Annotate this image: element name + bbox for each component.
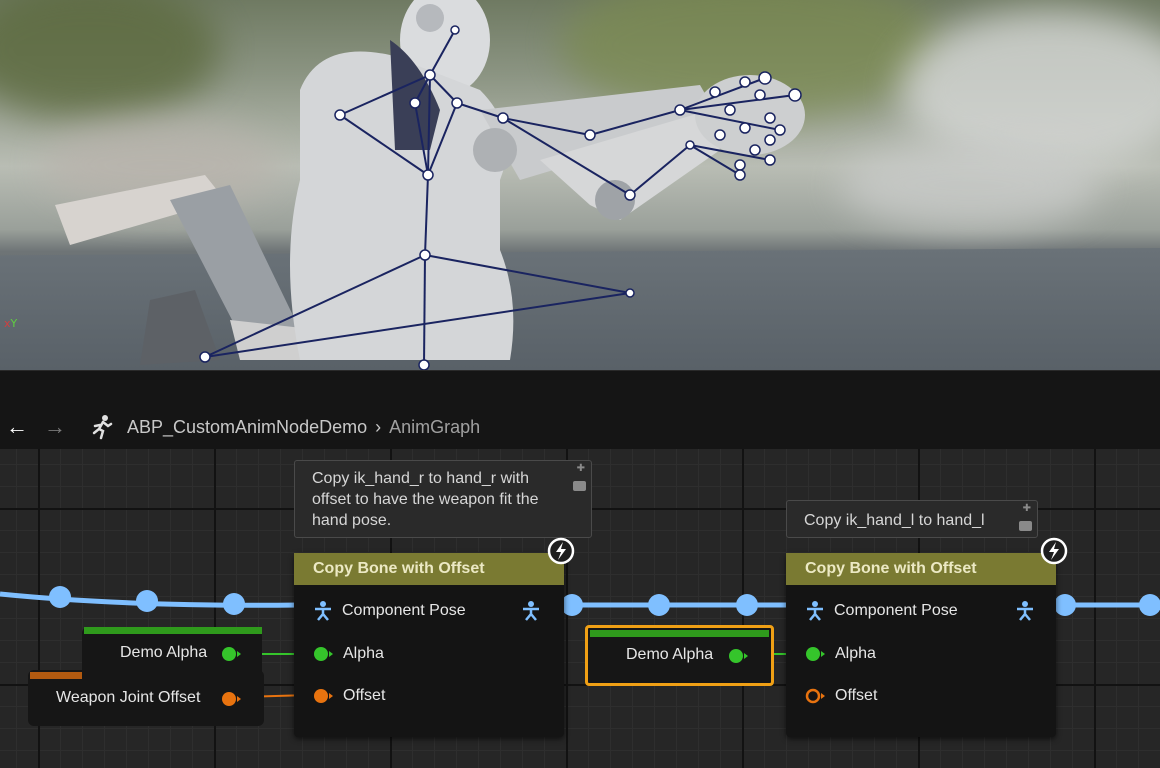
variable-label: Demo Alpha xyxy=(626,646,714,663)
comment-toggle-icon[interactable] xyxy=(1019,521,1032,531)
pin-label: Component Pose xyxy=(834,602,958,619)
anim-graph-canvas[interactable]: Copy ik_hand_r to hand_r with offset to … xyxy=(0,449,1160,768)
variable-type-bar xyxy=(590,630,769,637)
float-output-pin-icon[interactable] xyxy=(221,646,241,662)
alpha-input-pin[interactable]: Alpha xyxy=(786,639,876,669)
alpha-input-pin[interactable]: Alpha xyxy=(294,639,384,669)
pose-pin-icon xyxy=(807,601,823,621)
comment-text: Copy ik_hand_r to hand_r with offset to … xyxy=(312,470,539,529)
graph-breadcrumb-bar: ← → ABP_CustomAnimNodeDemo › AnimGraph xyxy=(0,405,1160,449)
float-output-pin-icon[interactable] xyxy=(728,648,748,664)
struct-pin-icon xyxy=(314,689,333,703)
pose-pin-icon xyxy=(315,601,331,621)
axis-indicator: xY xyxy=(4,317,17,330)
variable-label: Weapon Joint Offset xyxy=(56,689,201,706)
comment-toggle-icon[interactable] xyxy=(573,481,586,491)
viewport[interactable]: xY xyxy=(0,0,1160,370)
comment-bubble[interactable]: Copy ik_hand_l to hand_l ✚ xyxy=(786,500,1038,538)
panel-divider xyxy=(0,370,1160,406)
pose-output-pin-icon[interactable] xyxy=(522,601,540,621)
node-title: Copy Bone with Offset xyxy=(294,553,564,585)
struct-output-pin-icon[interactable] xyxy=(221,691,241,707)
breadcrumb-asset[interactable]: ABP_CustomAnimNodeDemo xyxy=(127,417,367,438)
struct-pin-unconnected-icon xyxy=(805,688,825,704)
pin-label: Offset xyxy=(343,687,386,704)
back-arrow-icon[interactable]: ← xyxy=(5,414,29,439)
comment-text: Copy ik_hand_l to hand_l xyxy=(804,512,985,529)
component-pose-input-pin[interactable]: Component Pose xyxy=(786,596,1056,626)
node-title: Copy Bone with Offset xyxy=(786,553,1056,585)
component-pose-input-pin[interactable]: Component Pose xyxy=(294,596,564,626)
copy-bone-with-offset-node[interactable]: Copy Bone with Offset Component Pose Alp… xyxy=(786,537,1068,737)
pin-icon[interactable]: ✚ xyxy=(577,464,585,474)
pin-label: Component Pose xyxy=(342,602,466,619)
pin-icon[interactable]: ✚ xyxy=(1023,504,1031,514)
copy-bone-with-offset-node[interactable]: Copy Bone with Offset Component Pose Alp… xyxy=(294,537,575,737)
breadcrumb-graph[interactable]: AnimGraph xyxy=(389,417,480,438)
variable-type-bar xyxy=(30,672,82,679)
viewport-scene xyxy=(55,0,805,370)
fast-path-lightning-icon xyxy=(547,537,575,565)
fast-path-lightning-icon xyxy=(1040,537,1068,565)
float-pin-icon xyxy=(314,647,333,661)
variable-label: Demo Alpha xyxy=(120,644,208,661)
weapon-mesh xyxy=(55,175,330,365)
pose-output-pin-icon[interactable] xyxy=(1016,601,1034,621)
breadcrumb-separator: › xyxy=(375,416,382,437)
pin-label: Offset xyxy=(835,687,878,704)
pin-label: Alpha xyxy=(835,645,876,662)
pin-label: Alpha xyxy=(343,645,384,662)
comment-bubble[interactable]: Copy ik_hand_r to hand_r with offset to … xyxy=(294,460,592,538)
running-person-icon xyxy=(92,415,113,440)
axis-y-label: Y xyxy=(10,317,18,330)
offset-input-pin[interactable]: Offset xyxy=(786,681,877,711)
offset-input-pin[interactable]: Offset xyxy=(294,681,385,711)
demo-alpha-variable-node-selected[interactable]: Demo Alpha xyxy=(585,625,774,686)
forward-arrow-icon[interactable]: → xyxy=(43,414,67,439)
weapon-joint-offset-variable-node[interactable]: Weapon Joint Offset xyxy=(28,670,264,726)
variable-type-bar xyxy=(84,627,262,634)
float-pin-icon xyxy=(806,647,825,661)
